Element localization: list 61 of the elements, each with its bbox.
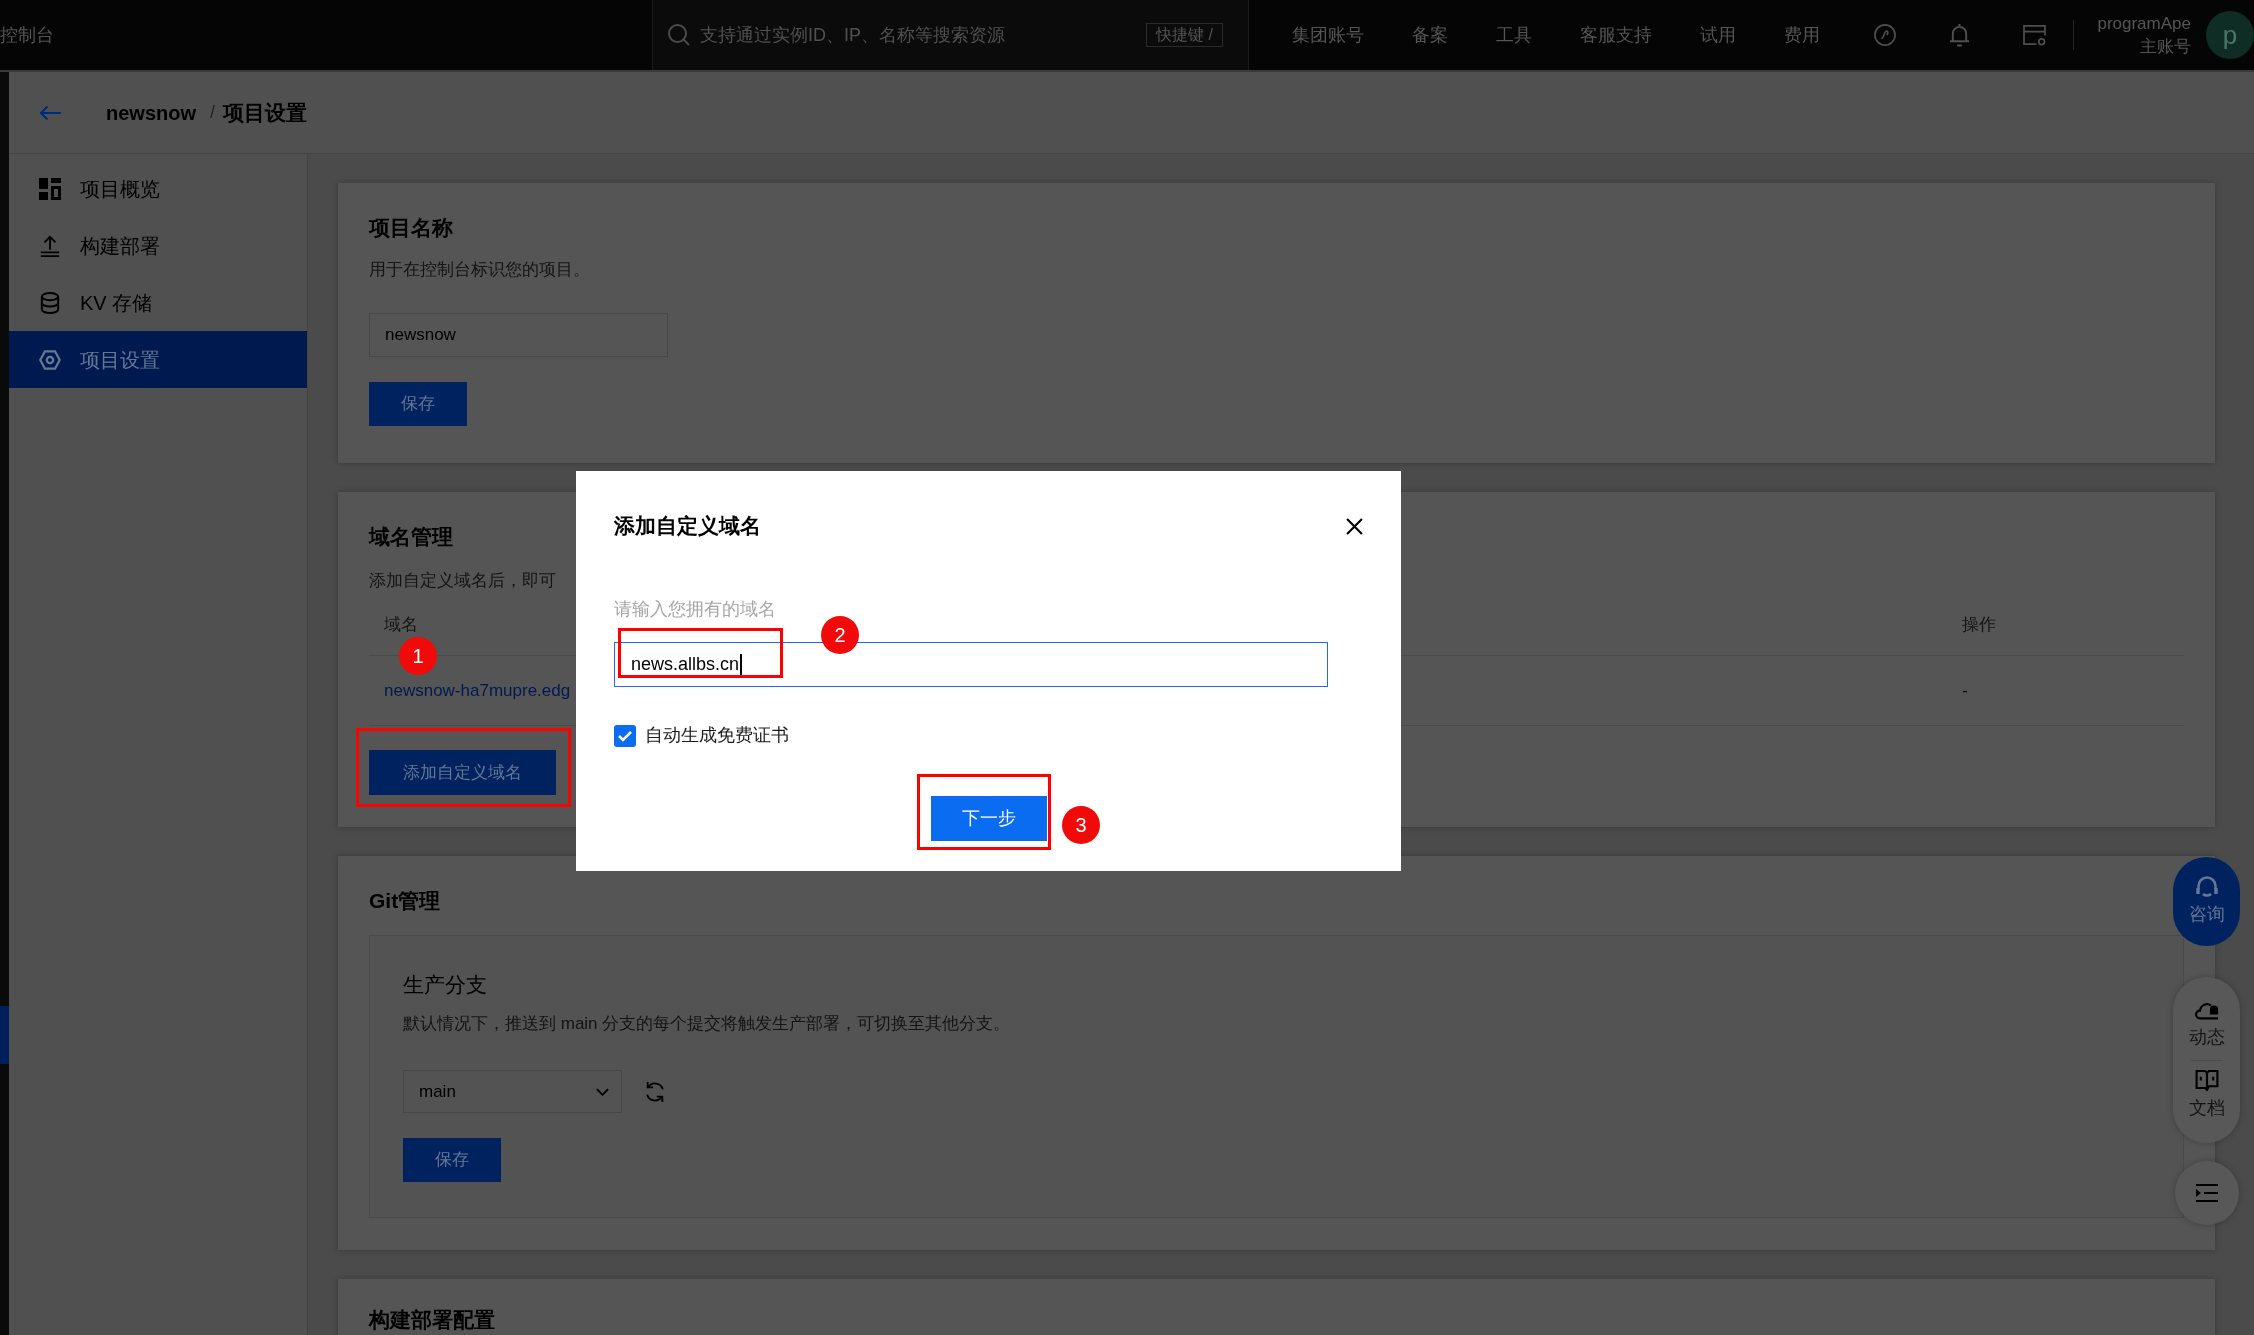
nav-link[interactable]: 工具 bbox=[1496, 21, 1532, 49]
domain-input[interactable]: news.allbs.cn bbox=[614, 642, 1328, 687]
swirl-circle-icon[interactable] bbox=[1874, 24, 1896, 46]
breadcrumb-separator: / bbox=[210, 101, 216, 124]
dashboard-grid-icon bbox=[39, 177, 61, 200]
save-button[interactable]: 保存 bbox=[403, 1138, 501, 1182]
section-title: 项目名称 bbox=[369, 215, 453, 241]
section-description: 用于在控制台标识您的项目。 bbox=[369, 259, 590, 281]
consult-button[interactable]: 咨询 bbox=[2173, 857, 2240, 946]
sidebar-item[interactable]: 项目概览 bbox=[9, 160, 307, 217]
account-role: 主账号 bbox=[2140, 36, 2191, 58]
section-title: 构建部署配置 bbox=[369, 1307, 495, 1333]
text-cursor bbox=[740, 653, 743, 676]
chevron-down-icon bbox=[596, 1087, 609, 1096]
branch-heading: 生产分支 bbox=[403, 972, 487, 998]
back-arrow-icon[interactable] bbox=[39, 104, 61, 121]
notification-bell-icon[interactable] bbox=[1949, 23, 1970, 47]
branch-select[interactable]: main bbox=[403, 1070, 622, 1113]
sidebar-item[interactable]: 项目设置 bbox=[9, 331, 307, 388]
section-title: 域名管理 bbox=[369, 524, 453, 550]
checkbox-label: 自动生成免费证书 bbox=[645, 724, 789, 747]
field-label: 请输入您拥有的域名 bbox=[614, 598, 776, 621]
search-icon bbox=[668, 24, 690, 46]
shortcut-hint: 快捷键 / bbox=[1146, 23, 1223, 47]
float-button[interactable]: 文档 bbox=[2188, 1069, 2225, 1122]
window-gear-icon[interactable] bbox=[2023, 24, 2046, 46]
open-book-icon bbox=[2194, 1069, 2219, 1091]
settings-hexagon-icon bbox=[39, 348, 61, 371]
nav-link[interactable]: 集团账号 bbox=[1292, 21, 1364, 49]
user-avatar[interactable]: p bbox=[2206, 11, 2254, 59]
section-description: 默认情况下，推送到 main 分支的每个提交将触发生产部署，可切换至其他分支。 bbox=[403, 1013, 1011, 1035]
sidebar-item[interactable]: 构建部署 bbox=[9, 217, 307, 274]
dialog-title: 添加自定义域名 bbox=[614, 513, 761, 539]
search-field[interactable]: 支持通过实例ID、IP、名称等搜索资源 bbox=[700, 20, 1030, 50]
user-name[interactable]: programApe bbox=[2097, 12, 2191, 35]
domain-link[interactable]: newsnow-ha7mupre.edg bbox=[384, 680, 571, 700]
breadcrumb-item: 项目设置 bbox=[223, 99, 308, 126]
add-domain-button[interactable]: 添加自定义域名 bbox=[369, 750, 556, 795]
nav-link[interactable]: 试用 bbox=[1700, 21, 1736, 49]
sidebar-item[interactable]: KV 存储 bbox=[9, 274, 307, 331]
section-title: Git管理 bbox=[369, 888, 441, 914]
save-button[interactable]: 保存 bbox=[369, 382, 467, 426]
close-icon[interactable] bbox=[1346, 517, 1363, 535]
breadcrumb-item[interactable]: newsnow bbox=[106, 97, 196, 128]
next-button[interactable]: 下一步 bbox=[930, 796, 1047, 841]
nav-link[interactable]: 费用 bbox=[1784, 21, 1820, 49]
refresh-icon[interactable] bbox=[644, 1080, 666, 1103]
table-cell: - bbox=[1962, 680, 1968, 700]
nav-link[interactable]: 备案 bbox=[1412, 21, 1448, 49]
nav-link[interactable]: 客服支持 bbox=[1580, 21, 1652, 49]
float-button[interactable]: 动态 bbox=[2188, 998, 2225, 1051]
project-name-input[interactable]: newsnow bbox=[369, 313, 668, 357]
upload-icon bbox=[39, 234, 61, 257]
column-header: 操作 bbox=[1962, 614, 1996, 634]
console-title: 控制台 bbox=[0, 23, 55, 47]
list-icon bbox=[2195, 1184, 2218, 1202]
column-header: 域名 bbox=[384, 614, 418, 634]
checkbox[interactable] bbox=[614, 724, 636, 747]
database-icon bbox=[39, 291, 61, 314]
headset-icon bbox=[2194, 875, 2219, 899]
section-description: 添加自定义域名后，即可 bbox=[369, 570, 556, 592]
